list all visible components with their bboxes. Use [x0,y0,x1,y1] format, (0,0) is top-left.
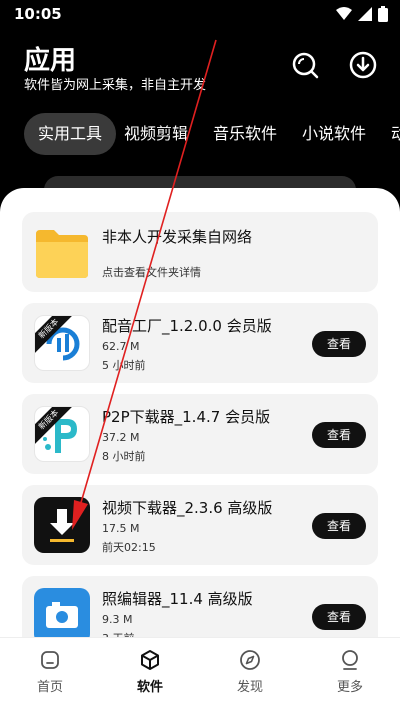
tabbar-discover[interactable]: 发现 [210,648,290,695]
status-time: 10:05 [14,5,62,23]
more-icon [342,650,358,670]
tab-novel[interactable]: 小说软件 [302,113,366,155]
app-title: 配音工厂_1.2.0.0 会员版 [102,317,272,335]
search-icon [292,52,319,79]
category-tabs: 实用工具 视频剪辑 音乐软件 小说软件 动 [0,113,400,155]
status-bar: 10:05 [0,0,400,30]
cube-icon [141,650,159,670]
list-item[interactable]: 视频下载器_2.3.6 高级版 17.5 M 前天02:15 查看 [22,485,378,565]
list-item[interactable]: 新版本 P2P下载器_1.4.7 会员版 37.2 M 8 小时前 查看 [22,394,378,474]
wifi-icon [336,7,352,20]
folder-card[interactable]: 非本人开发采集自网络 点击查看文件夹详情 [22,212,378,292]
app-icon-video-downloader [34,497,90,553]
tabbar-software[interactable]: 软件 [110,648,190,695]
tabbar-more-label: 更多 [336,680,363,695]
app-size: 37.2 M [102,431,140,444]
app-icon-p2p: 新版本 [34,406,90,462]
app-time: 8 小时前 [102,450,146,463]
download-icon [349,51,377,79]
app-title: 照编辑器_11.4 高级版 [102,590,253,608]
view-button[interactable]: 查看 [312,513,366,539]
folder-title: 非本人开发采集自网络 [102,228,253,246]
search-button[interactable] [288,48,322,82]
page-title: 应用 [24,46,77,76]
tabbar-software-label: 软件 [136,680,163,695]
app-time: 前天02:15 [102,541,156,554]
app-icon-dubbing: 新版本 [34,315,90,371]
tabbar-more[interactable]: 更多 [310,648,390,695]
status-icons [336,6,388,22]
folder-hint: 点击查看文件夹详情 [102,266,201,279]
tab-video-editing[interactable]: 视频剪辑 [124,113,188,155]
app-title: 视频下载器_2.3.6 高级版 [102,499,273,517]
tabbar-home-label: 首页 [36,680,63,695]
app-time: 5 小时前 [102,359,146,372]
tab-tools[interactable]: 实用工具 [24,113,117,155]
tab-music[interactable]: 音乐软件 [213,113,277,155]
tabbar-discover-label: 发现 [236,680,263,695]
battery-icon [378,6,388,22]
signal-icon [358,7,372,21]
tabbar-home[interactable]: 首页 [10,648,90,695]
view-button[interactable]: 查看 [312,331,366,357]
download-button[interactable] [346,48,380,82]
list-item[interactable]: 新版本 配音工厂_1.2.0.0 会员版 62.7 M 5 小时前 查看 [22,303,378,383]
view-button[interactable]: 查看 [312,422,366,448]
compass-icon [240,650,260,670]
view-button[interactable]: 查看 [312,604,366,630]
bottom-tab-bar: 首页 软件 发现 更多 [0,637,400,711]
folder-icon [34,224,90,280]
app-size: 17.5 M [102,522,140,535]
home-icon [41,651,59,669]
app-title: P2P下载器_1.4.7 会员版 [102,408,271,426]
tab-more[interactable]: 动 [391,113,400,155]
content-sheet: 非本人开发采集自网络 点击查看文件夹详情 新版本 配音工厂_1.2.0.0 会员… [0,188,400,711]
app-icon-photo-editor [34,588,90,644]
app-size: 9.3 M [102,613,133,626]
page-subtitle: 软件皆为网上采集，非自主开发 [24,78,207,93]
app-size: 62.7 M [102,340,140,353]
